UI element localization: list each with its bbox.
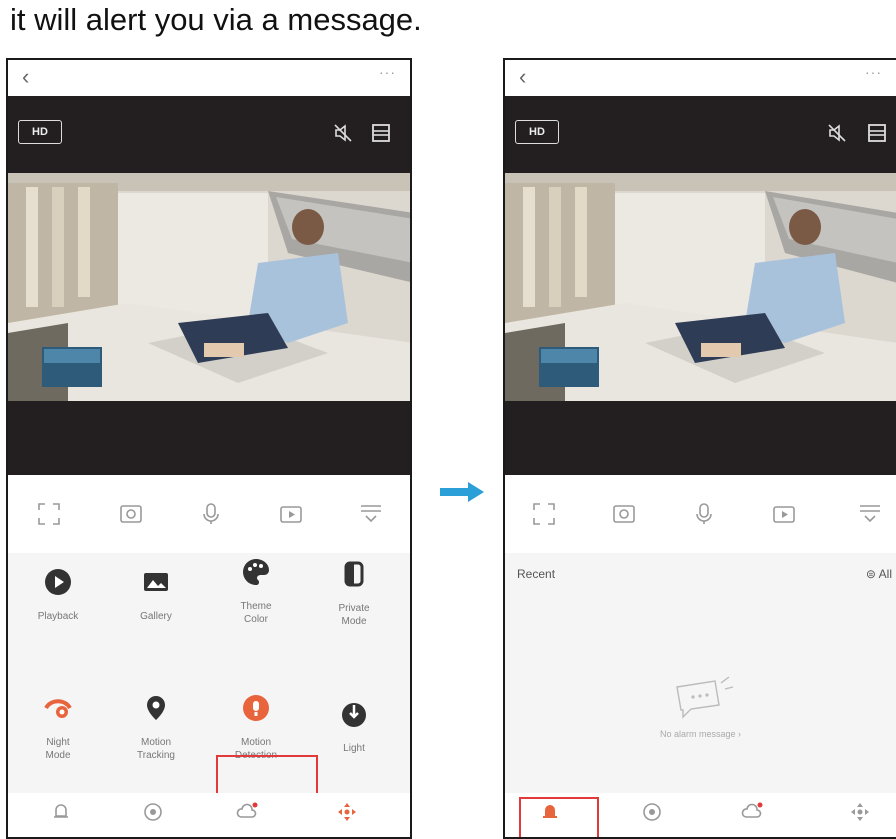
- play-circle-icon: [45, 569, 71, 595]
- light-icon: [342, 703, 366, 727]
- mute-speaker-icon[interactable]: [826, 122, 848, 144]
- video-bottom-band: [8, 401, 410, 475]
- more-menu-button[interactable]: ···: [865, 64, 882, 80]
- top-bar: ‹ ···: [505, 60, 896, 96]
- microphone-icon[interactable]: [691, 501, 717, 527]
- alarm-bell-icon[interactable]: [50, 801, 72, 823]
- bottom-nav: [505, 793, 896, 837]
- empty-message-icon: [676, 676, 734, 719]
- video-header-bar: HD: [505, 96, 896, 173]
- screenshot-icon[interactable]: [611, 501, 637, 527]
- record-video-icon[interactable]: [771, 501, 797, 527]
- fullscreen-icon[interactable]: [531, 501, 557, 527]
- feature-gallery[interactable]: Gallery: [116, 567, 196, 623]
- expand-panel-icon[interactable]: [857, 501, 883, 527]
- more-menu-button[interactable]: ···: [379, 64, 396, 80]
- empty-state-message: No alarm message ›: [659, 729, 742, 739]
- settings-circle-icon[interactable]: [641, 801, 663, 823]
- settings-circle-icon[interactable]: [142, 801, 164, 823]
- feature-motion-detection[interactable]: Motion Detection: [216, 693, 296, 762]
- video-bottom-band: [505, 401, 896, 475]
- direction-pad-icon[interactable]: [336, 801, 358, 823]
- phone-screen-alarm-messages: ‹ ··· HD Recent ⊜ All No alarm message ›: [503, 58, 896, 839]
- feature-label: Gallery: [140, 611, 172, 622]
- camera-toolbar: [505, 475, 896, 553]
- image-icon: [144, 573, 168, 591]
- microphone-icon[interactable]: [198, 501, 224, 527]
- back-button[interactable]: ‹: [519, 64, 526, 90]
- cloud-icon[interactable]: [236, 801, 258, 823]
- filter-icon: ⊜: [865, 567, 879, 581]
- feature-theme-color[interactable]: Theme Color: [216, 557, 296, 626]
- feature-playback[interactable]: Playback: [18, 567, 98, 623]
- cloud-icon[interactable]: [741, 801, 763, 823]
- feature-label: Motion Tracking: [137, 737, 175, 761]
- instruction-text: it will alert you via a message.: [10, 2, 422, 37]
- record-video-icon[interactable]: [278, 501, 304, 527]
- feature-label: Playback: [37, 611, 79, 622]
- expand-panel-icon[interactable]: [358, 501, 384, 527]
- bottom-nav: [8, 793, 410, 837]
- phone-screen-camera-settings: ‹ ··· HD Playback Gallery Theme Color Pr…: [6, 58, 412, 839]
- feature-label: Private Mode: [338, 603, 370, 627]
- screenshot-icon[interactable]: [118, 501, 144, 527]
- hd-quality-button[interactable]: HD: [515, 120, 559, 144]
- recent-messages-panel: Recent ⊜ All No alarm message ›: [505, 553, 896, 793]
- motion-detection-icon: [243, 695, 269, 721]
- all-filter-button[interactable]: ⊜ All: [866, 567, 892, 581]
- feature-label: Light: [343, 743, 365, 754]
- recent-label: Recent: [517, 567, 556, 581]
- eye-off-icon: [44, 699, 72, 718]
- screen-layout-icon[interactable]: [370, 122, 392, 144]
- feature-motion-tracking[interactable]: Motion Tracking: [116, 693, 196, 762]
- hd-quality-button[interactable]: HD: [18, 120, 62, 144]
- camera-toolbar: [8, 475, 410, 553]
- camera-live-feed[interactable]: [505, 173, 896, 401]
- feature-private-mode[interactable]: Private Mode: [314, 559, 394, 628]
- all-label: All: [878, 567, 892, 581]
- palette-icon: [243, 559, 269, 585]
- feature-light[interactable]: Light: [314, 699, 394, 755]
- half-circle-icon: [344, 561, 364, 587]
- video-header-bar: HD: [8, 96, 410, 173]
- mute-speaker-icon[interactable]: [332, 122, 354, 144]
- alarm-tab-highlight: [519, 797, 599, 837]
- fullscreen-icon[interactable]: [36, 501, 62, 527]
- feature-grid: Playback Gallery Theme Color Private Mod…: [8, 553, 410, 837]
- feature-label: Night Mode: [45, 737, 71, 761]
- feature-label: Theme Color: [240, 601, 272, 625]
- feature-night-mode[interactable]: Night Mode: [18, 693, 98, 762]
- right-arrow-icon: [440, 482, 484, 502]
- top-bar: ‹ ···: [8, 60, 410, 96]
- location-pin-icon: [147, 696, 165, 720]
- back-button[interactable]: ‹: [22, 64, 29, 90]
- direction-pad-icon[interactable]: [849, 801, 871, 823]
- screen-layout-icon[interactable]: [866, 122, 888, 144]
- camera-live-feed[interactable]: [8, 173, 412, 401]
